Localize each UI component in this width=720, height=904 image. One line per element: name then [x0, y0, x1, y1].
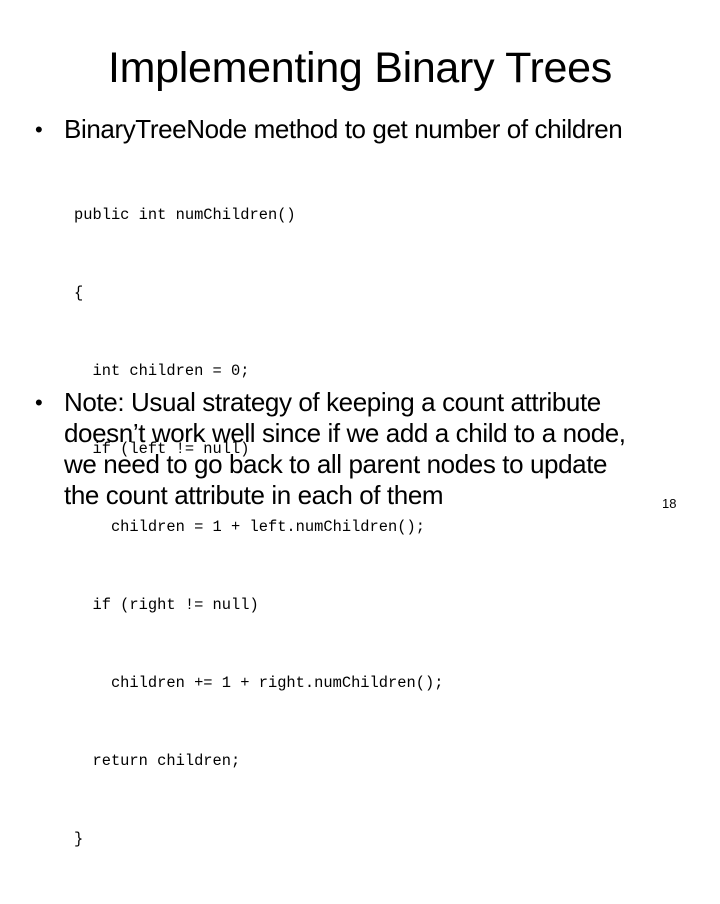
slide: Implementing Binary Trees • BinaryTreeNo…: [0, 0, 720, 848]
bullet-marker-icon: •: [35, 117, 43, 142]
code-line: children += 1 + right.numChildren();: [74, 674, 444, 692]
slide-title: Implementing Binary Trees: [108, 44, 612, 92]
code-line: int children = 0;: [74, 362, 250, 380]
code-line: if (right != null): [74, 596, 259, 614]
code-block: public int numChildren() { int children …: [74, 150, 443, 904]
slide-number: 18: [662, 496, 677, 511]
code-line: {: [74, 284, 84, 302]
code-line: }: [74, 830, 84, 848]
bullet-text-line: doesn’t work well since if we add a chil…: [64, 418, 626, 448]
code-line: return children;: [74, 752, 241, 770]
code-line: children = 1 + left.numChildren();: [74, 518, 425, 536]
bullet-text-line: the count attribute in each of them: [64, 480, 444, 510]
bullet-marker-icon: •: [35, 390, 43, 415]
bullet-text-line: we need to go back to all parent nodes t…: [64, 449, 608, 479]
bullet-item: • BinaryTreeNode method to get number of…: [35, 114, 715, 146]
bullet-item: • Note: Usual strategy of keeping a coun…: [35, 387, 715, 517]
bullet-text: BinaryTreeNode method to get number of c…: [64, 114, 623, 144]
code-line: public int numChildren(): [74, 206, 296, 224]
bullet-text-line: Note: Usual strategy of keeping a count …: [64, 387, 601, 417]
